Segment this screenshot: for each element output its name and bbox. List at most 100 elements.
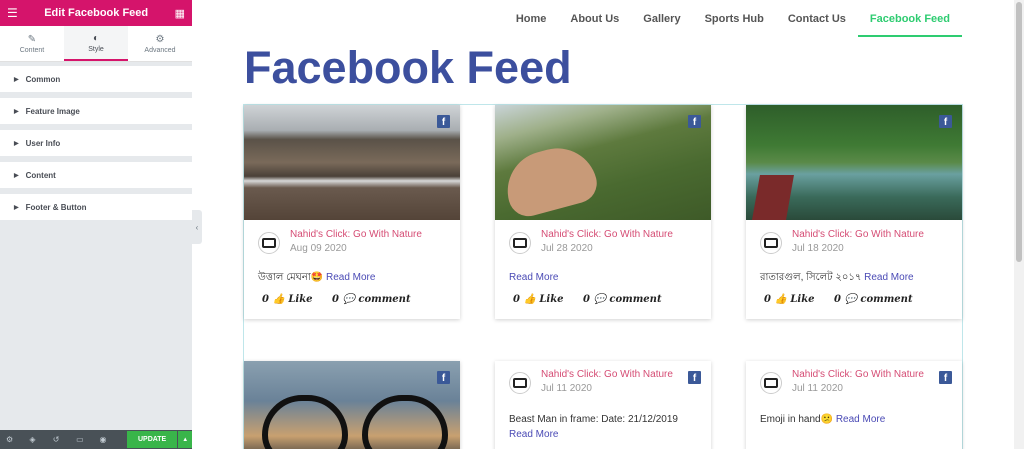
style-sections: ▶ Common ▶ Feature Image ▶ User Info ▶ Conte…: [0, 66, 192, 220]
caret-right-icon: ▶: [14, 204, 19, 211]
post-image[interactable]: f: [746, 105, 962, 220]
post-meta: Nahid's Click: Go With Nature Aug 09 202…: [244, 220, 460, 254]
thumbs-up-icon: 👍: [523, 294, 536, 305]
post-card: f Nahid's Click: Go With Nature Jul 18 2…: [746, 105, 962, 319]
post-author[interactable]: Nahid's Click: Go With Nature: [792, 369, 924, 380]
grid-icon[interactable]: ▦: [175, 7, 185, 20]
avatar: [509, 372, 531, 394]
panel-tabs: ✎ Content ◐ Style ⚙ Advanced: [0, 26, 192, 62]
thumbs-up-icon: 👍: [272, 294, 285, 305]
collapse-panel-handle[interactable]: ‹: [192, 210, 202, 244]
facebook-icon[interactable]: f: [688, 371, 701, 384]
glasses-lens-right: [362, 395, 448, 449]
caret-right-icon: ▶: [14, 108, 19, 115]
post-text: উত্তাল মেঘনা🤩 Read More: [258, 272, 376, 283]
post-image[interactable]: f: [495, 105, 711, 220]
post-card: f: [244, 361, 460, 449]
post-author[interactable]: Nahid's Click: Go With Nature: [541, 229, 673, 240]
post-meta: Nahid's Click: Go With Nature Jul 28 202…: [495, 220, 711, 254]
thumbs-up-icon: 👍: [774, 294, 787, 305]
panel-header: ☰ Edit Facebook Feed ▦: [0, 0, 192, 26]
hamburger-icon[interactable]: ☰: [7, 6, 18, 20]
facebook-icon[interactable]: f: [939, 371, 952, 384]
main-nav: Home About Us Gallery Sports Hub Contact…: [504, 8, 962, 37]
facebook-feed: f Nahid's Click: Go With Nature Aug 09 2…: [243, 104, 963, 449]
post-meta: Nahid's Click: Go With Nature Jul 11 202…: [495, 361, 711, 394]
post-card: f Nahid's Click: Go With Nature Aug 09 2…: [244, 105, 460, 319]
post-stats: 0 👍 Like 0 💬 comment: [262, 294, 411, 305]
nav-about-us[interactable]: About Us: [558, 8, 631, 37]
comment-icon: 💬: [342, 294, 355, 305]
caret-right-icon: ▶: [14, 140, 19, 147]
page-scrollbar[interactable]: [1014, 0, 1024, 449]
avatar: [760, 232, 782, 254]
post-card: Nahid's Click: Go With Nature Jul 11 202…: [495, 361, 711, 449]
post-text: Read More: [495, 254, 711, 285]
avatar: [258, 232, 280, 254]
hand-shape: [498, 139, 602, 220]
layers-icon[interactable]: ◈: [29, 435, 52, 444]
tab-content[interactable]: ✎ Content: [0, 26, 64, 61]
post-date: Jul 28 2020: [541, 243, 593, 254]
update-button[interactable]: UPDATE: [126, 431, 178, 448]
read-more-link[interactable]: Read More: [836, 414, 885, 425]
avatar: [760, 372, 782, 394]
read-more-link[interactable]: Read More: [509, 429, 558, 440]
post-author[interactable]: Nahid's Click: Go With Nature: [541, 369, 673, 380]
nav-contact-us[interactable]: Contact Us: [776, 8, 858, 37]
caret-right-icon: ▶: [14, 76, 19, 83]
post-text: রাতারগুল, সিলেট ২০১৭ Read More: [760, 272, 914, 283]
history-icon[interactable]: ↺: [53, 435, 76, 444]
update-options-icon[interactable]: ▲: [178, 431, 193, 448]
editor-panel: ☰ Edit Facebook Feed ▦ ✎ Content ◐ Style ⚙…: [0, 0, 193, 449]
section-footer-button[interactable]: ▶ Footer & Button: [0, 194, 192, 220]
preview-eye-icon[interactable]: ◉: [99, 435, 122, 444]
post-card: f Nahid's Click: Go With Nature Jul 28 2…: [495, 105, 711, 319]
gear-icon: ⚙: [155, 33, 165, 45]
caret-right-icon: ▶: [14, 172, 19, 179]
contrast-icon: ◐: [92, 32, 100, 44]
settings-icon[interactable]: ⚙: [6, 435, 29, 444]
post-image[interactable]: f: [244, 105, 460, 220]
post-meta: Nahid's Click: Go With Nature Jul 11 202…: [746, 361, 962, 394]
nav-home[interactable]: Home: [504, 8, 559, 37]
pencil-icon: ✎: [27, 33, 37, 45]
post-date: Jul 11 2020: [541, 383, 592, 394]
facebook-icon[interactable]: f: [437, 371, 450, 384]
panel-footer: ⚙ ◈ ↺ ▭ ◉ UPDATE ▲: [0, 430, 193, 449]
post-card: Nahid's Click: Go With Nature Jul 11 202…: [746, 361, 962, 449]
nav-facebook-feed[interactable]: Facebook Feed: [857, 8, 962, 37]
responsive-icon[interactable]: ▭: [76, 435, 99, 444]
facebook-icon[interactable]: f: [939, 115, 952, 128]
post-date: Aug 09 2020: [290, 243, 347, 254]
read-more-link[interactable]: Read More: [326, 272, 375, 283]
post-date: Jul 18 2020: [792, 243, 844, 254]
section-content[interactable]: ▶ Content: [0, 162, 192, 188]
tab-advanced[interactable]: ⚙ Advanced: [128, 26, 192, 61]
nav-sports-hub[interactable]: Sports Hub: [693, 8, 776, 37]
facebook-icon[interactable]: f: [688, 115, 701, 128]
scrollbar-thumb[interactable]: [1016, 2, 1022, 262]
section-feature-image[interactable]: ▶ Feature Image: [0, 98, 192, 124]
post-date: Jul 11 2020: [792, 383, 843, 394]
page-preview: Home About Us Gallery Sports Hub Contact…: [202, 0, 1014, 449]
read-more-link[interactable]: Read More: [864, 272, 913, 283]
post-stats: 0 👍 Like 0 💬 comment: [513, 294, 662, 305]
nav-gallery[interactable]: Gallery: [631, 8, 692, 37]
post-text: Emoji in hand😕 Read More: [760, 414, 886, 425]
comment-icon: 💬: [844, 294, 857, 305]
post-author[interactable]: Nahid's Click: Go With Nature: [792, 229, 924, 240]
section-user-info[interactable]: ▶ User Info: [0, 130, 192, 156]
section-common[interactable]: ▶ Common: [0, 66, 192, 92]
avatar: [509, 232, 531, 254]
tab-style[interactable]: ◐ Style: [64, 26, 128, 61]
post-image[interactable]: f: [244, 361, 460, 449]
post-stats: 0 👍 Like 0 💬 comment: [764, 294, 913, 305]
facebook-icon[interactable]: f: [437, 115, 450, 128]
comment-icon: 💬: [593, 294, 606, 305]
page-title: Facebook Feed: [244, 42, 572, 93]
post-author[interactable]: Nahid's Click: Go With Nature: [290, 229, 422, 240]
boat-shape: [752, 175, 794, 220]
read-more-link[interactable]: Read More: [509, 272, 558, 283]
panel-title: Edit Facebook Feed: [44, 7, 149, 19]
